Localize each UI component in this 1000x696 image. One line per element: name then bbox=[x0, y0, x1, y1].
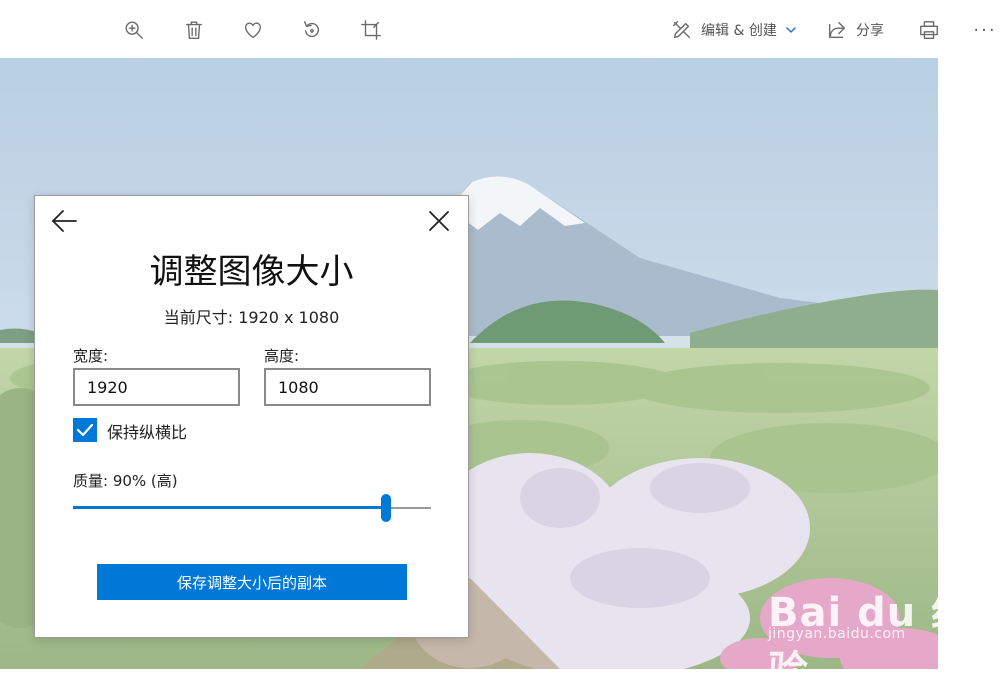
height-input[interactable] bbox=[264, 368, 431, 406]
zoom-in-button[interactable] bbox=[121, 12, 147, 48]
delete-icon bbox=[185, 21, 203, 39]
share-icon bbox=[828, 21, 846, 39]
more-options-button[interactable]: ··· bbox=[972, 12, 998, 48]
rotate-button[interactable] bbox=[299, 12, 325, 48]
chevron-down-icon bbox=[786, 27, 796, 33]
back-arrow-icon bbox=[52, 210, 77, 232]
close-button[interactable] bbox=[426, 208, 452, 234]
crop-icon bbox=[361, 20, 381, 40]
keep-aspect-ratio-label: 保持纵横比 bbox=[107, 423, 188, 442]
resize-image-dialog: 调整图像大小 当前尺寸: 1920 x 1080 宽度: 高度: 保持纵横比 质… bbox=[34, 195, 469, 638]
share-label: 分享 bbox=[856, 23, 884, 39]
edit-create-label: 编辑 & 创建 bbox=[701, 23, 777, 39]
dialog-title: 调整图像大小 bbox=[149, 252, 354, 292]
slider-fill bbox=[73, 506, 386, 509]
favorite-button[interactable] bbox=[240, 12, 266, 48]
width-input[interactable] bbox=[73, 368, 240, 406]
watermark-url: jingyan.baidu.com bbox=[768, 626, 906, 642]
baidu-watermark: Bai du 经验 jingyan.baidu.com bbox=[760, 560, 1000, 694]
slider-thumb[interactable] bbox=[381, 494, 391, 522]
share-button[interactable]: 分享 bbox=[826, 12, 888, 48]
top-toolbar: 编辑 & 创建 分享 ··· bbox=[0, 0, 1000, 58]
favorite-icon bbox=[244, 22, 262, 39]
edit-create-icon bbox=[673, 21, 691, 39]
current-size: 当前尺寸: 1920 x 1080 bbox=[163, 308, 340, 327]
edit-create-menu[interactable]: 编辑 & 创建 bbox=[671, 12, 803, 48]
height-label: 高度: bbox=[264, 347, 300, 365]
print-icon bbox=[920, 21, 938, 39]
back-button[interactable] bbox=[49, 206, 79, 236]
print-button[interactable] bbox=[916, 12, 942, 48]
quality-label: 质量: 90% (高) bbox=[73, 472, 178, 490]
save-resized-copy-button[interactable]: 保存调整大小后的副本 bbox=[97, 564, 407, 600]
crop-button[interactable] bbox=[358, 12, 384, 48]
keep-aspect-ratio-checkbox[interactable] bbox=[73, 418, 97, 442]
delete-button[interactable] bbox=[181, 12, 207, 48]
rotate-icon bbox=[303, 21, 319, 38]
zoom-in-icon bbox=[125, 21, 143, 39]
width-label: 宽度: bbox=[73, 347, 109, 365]
checkmark-icon bbox=[76, 423, 94, 437]
close-icon bbox=[429, 211, 449, 231]
quality-slider[interactable] bbox=[73, 494, 431, 522]
